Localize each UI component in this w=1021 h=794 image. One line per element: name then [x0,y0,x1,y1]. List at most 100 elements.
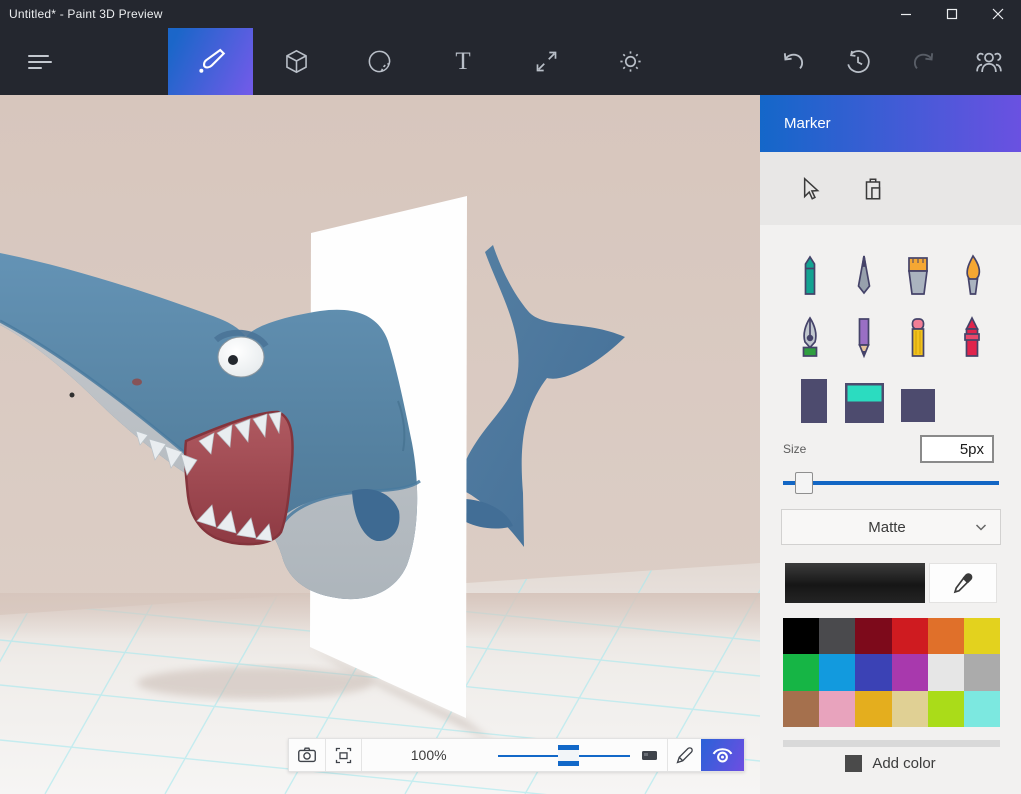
palette-swatch[interactable] [928,691,964,727]
size-input[interactable]: 5px [920,435,994,463]
brush-texture[interactable] [891,367,945,423]
brush-marker[interactable] [783,243,837,299]
finish-dropdown[interactable]: Matte [781,509,1001,545]
palette-swatch[interactable] [819,691,855,727]
size-slider-thumb[interactable] [795,472,813,494]
palette-swatch[interactable] [964,654,1000,690]
palette-swatch[interactable] [855,654,891,690]
brush-watercolor[interactable] [945,243,999,299]
2d-view-button[interactable] [634,739,667,771]
view-toolbar: 100% [288,738,745,772]
brush-pencil[interactable] [837,305,891,361]
brush-calligraphy-pen[interactable] [837,243,891,299]
window-title: Untitled* - Paint 3D Preview [9,7,163,21]
undo-icon [779,48,807,76]
mixed-reality-button[interactable] [668,739,702,771]
brushes-tool-button[interactable] [168,28,253,95]
effects-tool-button[interactable] [604,28,656,95]
palette-swatch[interactable] [819,618,855,654]
size-value: 5px [960,441,984,458]
3d-view-eye-icon [710,743,735,768]
select-tool-button[interactable] [794,174,824,204]
redo-button[interactable] [898,28,950,95]
palette-swatch[interactable] [892,654,928,690]
3d-shapes-tool-button[interactable] [270,28,322,95]
canvas-tool-button[interactable] [520,28,572,95]
brush-fill[interactable] [837,367,891,423]
sun-effects-icon [617,48,644,75]
paste-button[interactable] [858,174,888,204]
palette-swatch[interactable] [783,618,819,654]
palette-swatch[interactable] [783,691,819,727]
palette-swatch[interactable] [783,654,819,690]
window-controls [883,0,1021,28]
zoom-slider-thumb[interactable] [558,745,579,766]
maximize-icon [946,8,958,20]
maximize-button[interactable] [929,0,975,28]
brush-side-panel: Marker [760,95,1021,794]
history-button[interactable] [832,28,884,95]
chevron-down-icon [974,520,988,534]
3d-view-button[interactable] [701,739,744,771]
2d-canvas-icon [640,747,660,763]
palette-scrollbar[interactable] [783,740,1000,747]
brush-oil-brush[interactable] [891,243,945,299]
close-button[interactable] [975,0,1021,28]
cube-icon [283,48,310,75]
people-icon [974,47,1004,77]
palette-swatch[interactable] [892,691,928,727]
canvas-viewport[interactable]: 100% [0,95,760,794]
redo-icon [910,48,938,76]
menu-button[interactable] [14,28,66,95]
panel-header: Marker [760,95,1021,152]
palette-swatch[interactable] [892,618,928,654]
minimize-button[interactable] [883,0,929,28]
brush-pixel-pen[interactable] [783,305,837,361]
current-color-swatch[interactable] [785,563,925,603]
size-label: Size [783,442,806,456]
eyedropper-button[interactable] [929,563,997,603]
add-color-swatch-icon [845,755,862,772]
color-row [785,563,997,603]
zoom-value: 100% [362,747,496,763]
remix-3d-button[interactable] [963,28,1015,95]
cursor-icon [796,176,822,202]
palette-swatch[interactable] [928,654,964,690]
stickers-tool-button[interactable] [353,28,405,95]
history-clock-icon [844,48,872,76]
zoom-slider[interactable] [496,739,634,771]
scene-3d-shark [0,95,760,794]
size-slider-track [783,481,999,485]
finish-value: Matte [782,519,974,536]
palette-swatch[interactable] [819,654,855,690]
size-slider[interactable] [783,471,999,495]
app-window: Untitled* - Paint 3D Preview [0,0,1021,794]
palette-swatch[interactable] [964,691,1000,727]
camera-icon [296,744,318,766]
main-toolbar: T [0,28,1021,95]
brush-spray-can[interactable] [783,367,837,423]
brush-crayon[interactable] [945,305,999,361]
brush-eraser[interactable] [891,305,945,361]
add-color-button[interactable]: Add color [760,751,1021,775]
brush-pencil-icon [674,745,695,766]
palette-swatch[interactable] [855,691,891,727]
undo-button[interactable] [767,28,819,95]
palette-swatch[interactable] [855,618,891,654]
clipboard-paste-icon [860,176,886,202]
fit-frame-icon [333,745,354,766]
brush-grid [783,243,999,423]
text-tool-button[interactable]: T [437,28,489,95]
zoom-to-fit-button[interactable] [326,739,361,771]
color-palette [783,618,1000,727]
palette-swatch[interactable] [928,618,964,654]
panel-title: Marker [784,115,831,132]
close-icon [992,8,1004,20]
eyedropper-icon [951,571,975,595]
menu-icon [28,51,52,73]
expand-canvas-icon [533,48,560,75]
panel-toolbar [760,152,1021,225]
titlebar: Untitled* - Paint 3D Preview [0,0,1021,28]
screenshot-button[interactable] [289,739,325,771]
palette-swatch[interactable] [964,618,1000,654]
